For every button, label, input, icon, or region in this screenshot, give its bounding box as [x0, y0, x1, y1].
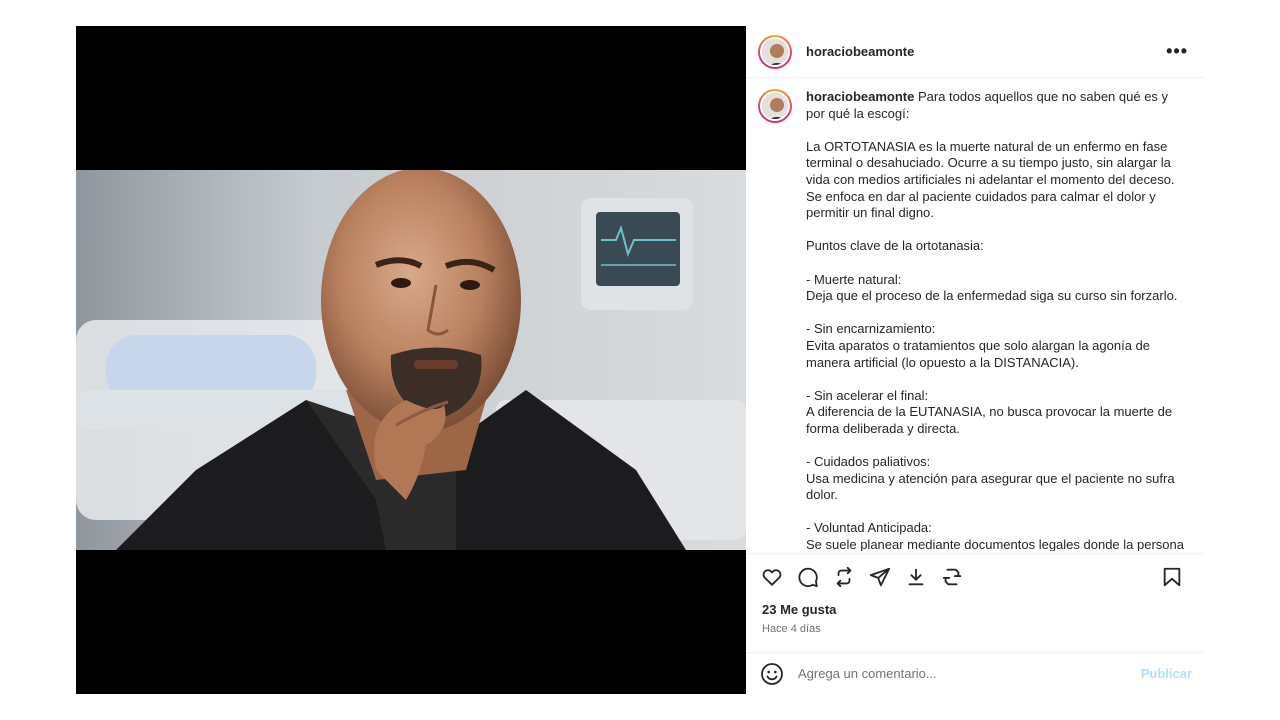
- comment-bar: Publicar: [746, 652, 1204, 694]
- caption-avatar[interactable]: [758, 89, 792, 123]
- avatar-image: [760, 91, 790, 121]
- comment-icon[interactable]: [796, 565, 820, 589]
- instagram-post: horaciobeamonte ••• horaciobeamonte Para…: [76, 26, 1204, 694]
- likes-count[interactable]: 23 Me gusta: [762, 602, 836, 617]
- heart-icon[interactable]: [760, 565, 784, 589]
- post-username[interactable]: horaciobeamonte: [806, 44, 914, 59]
- caption-text: horaciobeamonte Para todos aquellos que …: [806, 89, 1184, 551]
- download-icon[interactable]: [904, 565, 928, 589]
- caption-area: horaciobeamonte Para todos aquellos que …: [746, 79, 1204, 551]
- caption-username[interactable]: horaciobeamonte: [806, 89, 914, 104]
- action-bar: [746, 553, 1204, 599]
- send-icon[interactable]: [868, 565, 892, 589]
- more-options-icon[interactable]: •••: [1166, 41, 1188, 62]
- post-photo: [76, 170, 746, 550]
- emoji-icon[interactable]: [760, 662, 784, 686]
- bookmark-icon[interactable]: [1160, 565, 1184, 589]
- post-side-panel: horaciobeamonte ••• horaciobeamonte Para…: [746, 26, 1204, 694]
- avatar[interactable]: [758, 34, 792, 69]
- post-header: horaciobeamonte •••: [746, 26, 1204, 78]
- comment-input[interactable]: [798, 666, 1118, 681]
- repost-icon[interactable]: [832, 565, 856, 589]
- convert-icon[interactable]: [940, 565, 964, 589]
- avatar-image: [760, 36, 790, 67]
- caption-content: Para todos aquellos que no saben qué es …: [806, 89, 1184, 551]
- publish-button[interactable]: Publicar: [1141, 666, 1192, 681]
- post-media[interactable]: [76, 26, 746, 694]
- post-timestamp[interactable]: Hace 4 días: [762, 623, 821, 635]
